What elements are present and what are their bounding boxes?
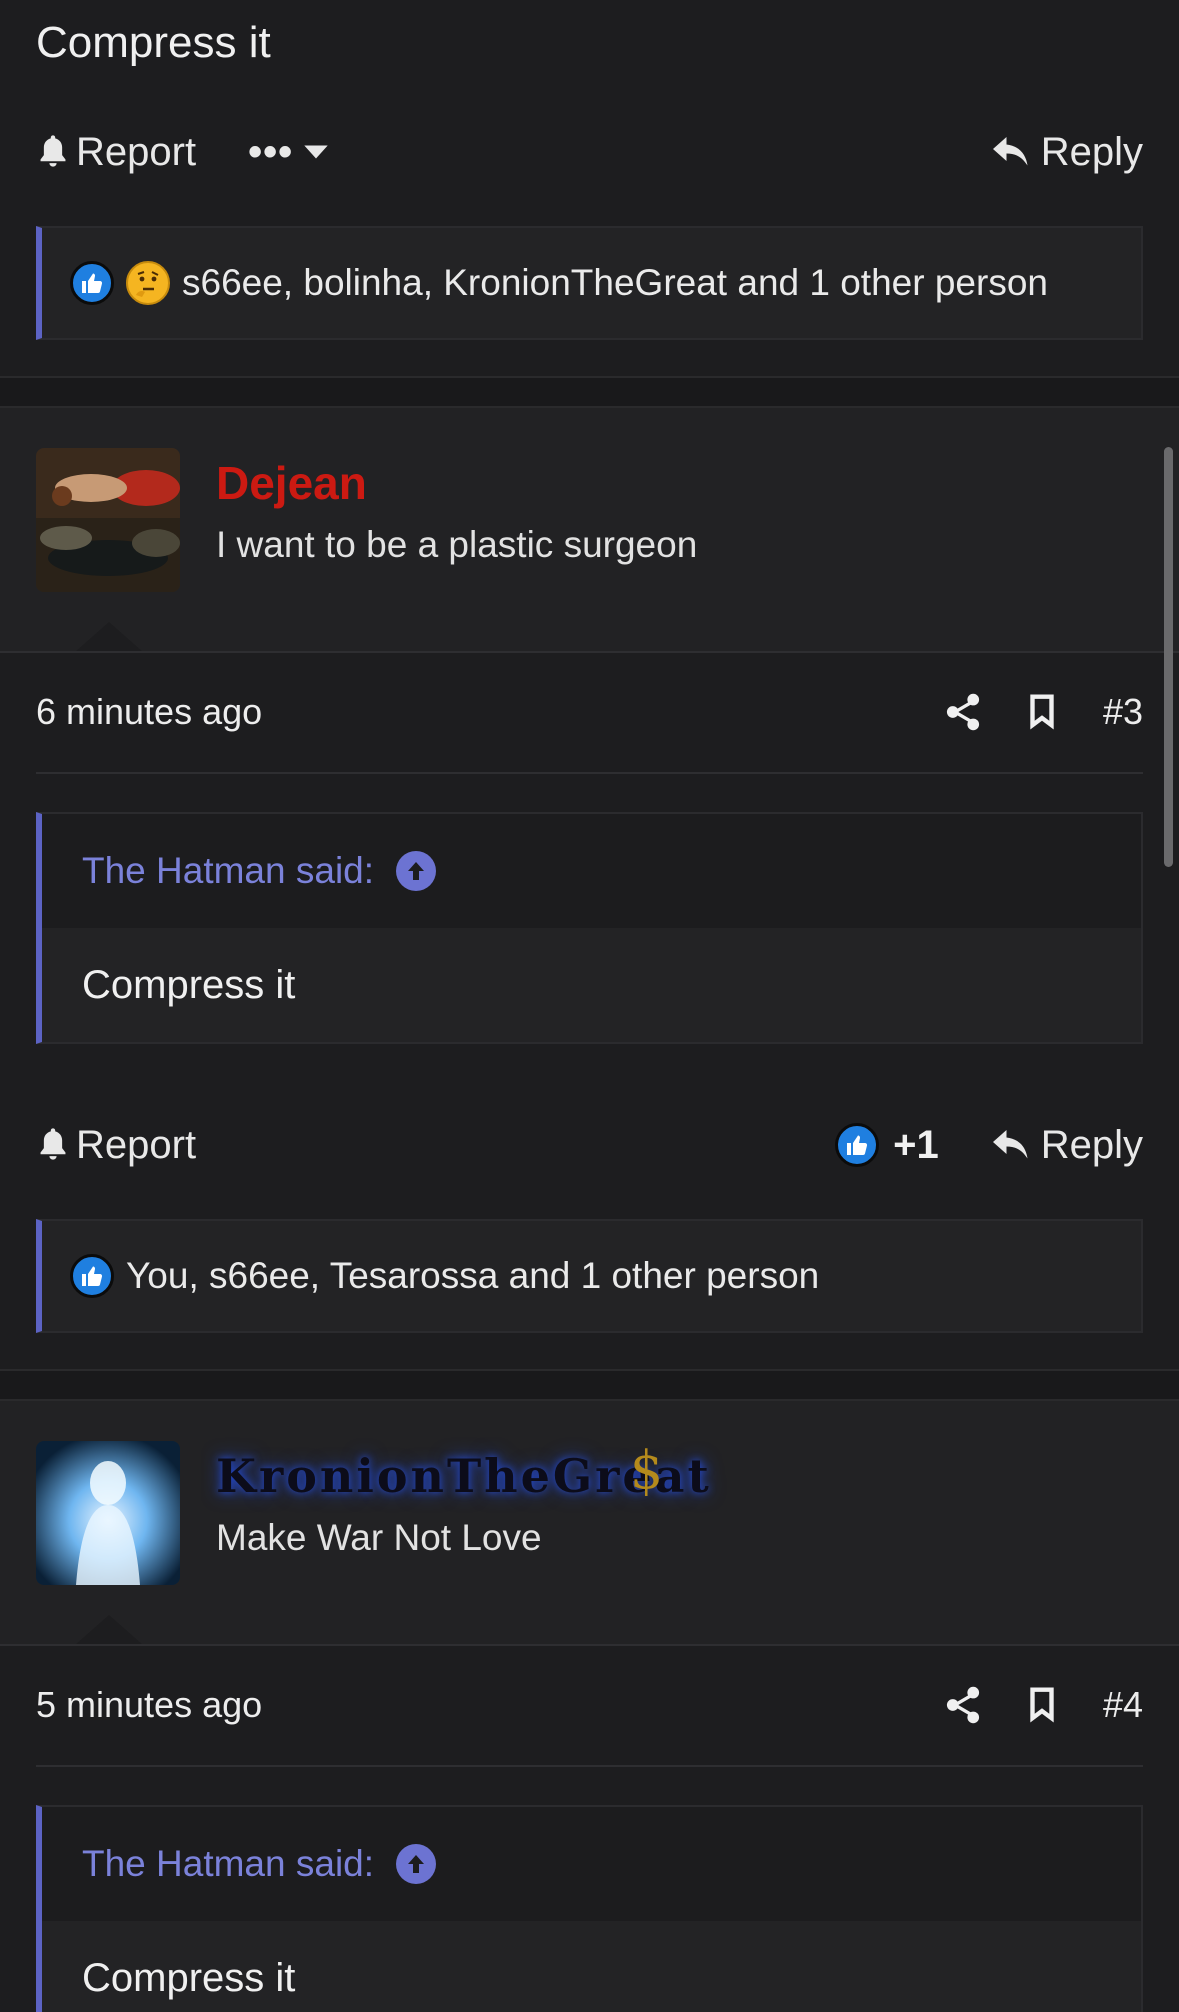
more-options-button[interactable]: ••• [248,130,329,175]
report-button[interactable]: Report [36,130,196,175]
user-title: I want to be a plastic surgeon [216,524,698,565]
thinking-face-icon [126,261,170,305]
arrow-up-circle-icon[interactable] [396,851,437,891]
post-user-header: Dejean I want to be a plastic surgeon [0,408,1179,652]
reply-arrow-icon [992,137,1028,166]
reactions-text: You, s66ee, Tesarossa and 1 other person [126,1255,820,1296]
reply-label: Reply [1040,129,1143,174]
bookmark-icon[interactable] [1027,693,1057,731]
donor-badge-icon: $ [630,1441,664,1501]
divider [36,772,1143,774]
quote-header[interactable]: The Hatman said: [42,1807,1141,1921]
quote-text: Compress it [82,1955,296,2000]
post-actions: Report +1 Reply [36,1115,1143,1175]
post-number[interactable]: #3 [1103,691,1143,733]
bell-icon [40,1128,66,1160]
post-body-text: Compress it [36,18,271,67]
post-meta: 5 minutes ago #4 [36,1675,1143,1735]
reactions-text: s66ee, bolinha, KronionTheGreat and 1 ot… [182,262,1048,303]
thumbs-up-icon [70,1254,114,1298]
reply-label: Reply [1040,1122,1143,1167]
share-icon[interactable] [945,1686,981,1724]
user-title: Make War Not Love [216,1517,542,1558]
divider [0,651,1179,653]
user-header-pointer [75,1615,143,1645]
like-count: +1 [893,1122,939,1167]
thumbs-up-icon [70,261,114,305]
thumbs-up-icon [835,1123,880,1167]
avatar[interactable] [36,1441,180,1585]
report-label: Report [76,1122,197,1167]
bookmark-icon[interactable] [1027,1686,1057,1724]
post-actions: Report ••• Reply [36,122,1143,182]
reply-arrow-icon [992,1130,1028,1159]
username[interactable]: Dejean [216,456,367,510]
post-timestamp[interactable]: 6 minutes ago [36,691,262,733]
quote-author: The Hatman said: [82,850,375,891]
scrollbar-thumb[interactable] [1164,447,1173,867]
quote-header[interactable]: The Hatman said: [42,814,1141,928]
reactions-bar[interactable]: s66ee, bolinha, KronionTheGreat and 1 ot… [36,226,1143,340]
quote-author: The Hatman said: [82,1843,375,1884]
divider [36,1765,1143,1767]
quote-text: Compress it [82,962,296,1007]
reactions-bar[interactable]: You, s66ee, Tesarossa and 1 other person [36,1219,1143,1333]
reply-button[interactable]: Reply [991,1123,1143,1168]
post-number[interactable]: #4 [1103,1684,1143,1726]
post-timestamp[interactable]: 5 minutes ago [36,1684,262,1726]
user-header-pointer [75,622,143,652]
quote-block: The Hatman said: Compress it [36,812,1143,1044]
share-icon[interactable] [945,693,981,731]
chevron-down-icon [304,145,328,159]
like-button[interactable]: +1 [835,1123,939,1168]
arrow-up-circle-icon[interactable] [396,1844,437,1884]
report-label: Report [76,129,197,174]
report-button[interactable]: Report [36,1123,196,1168]
quote-block: The Hatman said: Compress it [36,1805,1143,2012]
reply-button[interactable]: Reply [991,130,1143,175]
divider [0,1644,1179,1646]
avatar[interactable] [36,448,180,592]
bell-icon [40,135,66,167]
post-user-header: KronionTheGreat $ Make War Not Love [0,1401,1179,1645]
post-meta: 6 minutes ago #3 [36,682,1143,742]
post-separator [0,376,1179,408]
post-separator [0,1369,1179,1401]
more-dots-icon: ••• [248,129,294,174]
